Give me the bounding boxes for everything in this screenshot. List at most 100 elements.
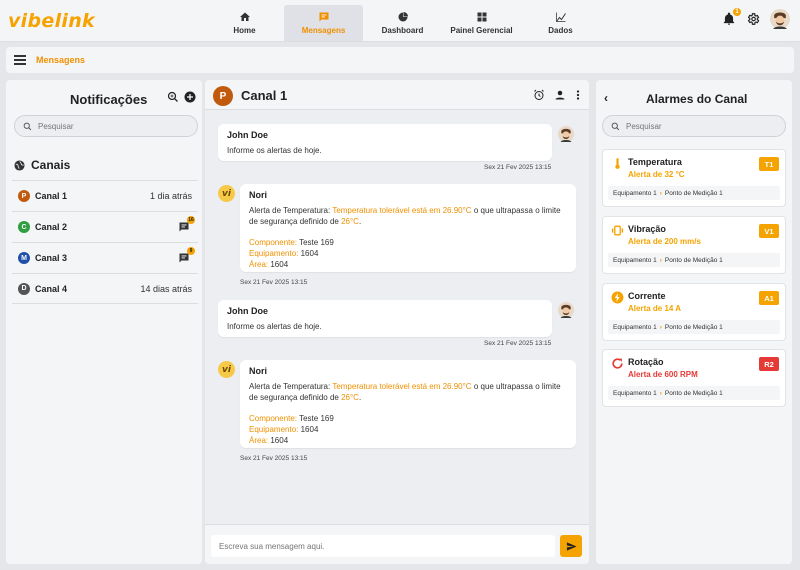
message-timestamp: Sex 21 Fev 2025 13:15	[240, 455, 308, 462]
message-timestamp: Sex 21 Fev 2025 13:15	[484, 164, 552, 171]
message-composer	[205, 524, 589, 564]
channel-last-activity: 1 dia atrás	[149, 191, 192, 201]
alarm-name: Vibração	[628, 224, 666, 234]
channel-name: Canal 3	[35, 253, 68, 263]
channel-list: P Canal 1 1 dia atrás C Canal 2 16 M Can…	[12, 180, 198, 304]
nav-mensagens[interactable]: Mensagens	[284, 5, 363, 41]
nav-dashboard[interactable]: Dashboard	[363, 5, 442, 41]
vibration-icon	[611, 225, 624, 236]
channel-avatar: D	[18, 282, 30, 295]
alarm-tag: V1	[759, 224, 779, 238]
lightning-icon	[611, 291, 624, 304]
alarm-card[interactable]: Temperatura Alerta de 32 °C T1 Equipamen…	[602, 149, 786, 207]
alert-equipment: Equipamento: 1604	[249, 425, 319, 434]
notifications-actions	[167, 91, 196, 103]
chat-header: P Canal 1	[205, 80, 589, 110]
chat-channel-title: Canal 1	[241, 88, 288, 103]
message-timestamp: Sex 21 Fev 2025 13:15	[240, 279, 308, 286]
message-author: Nori	[249, 366, 267, 376]
gear-icon[interactable]	[746, 12, 760, 26]
nori-avatar: vi	[218, 361, 235, 378]
alarm-name: Temperatura	[628, 157, 682, 167]
user-avatar[interactable]	[770, 9, 790, 29]
channel-name: Canal 2	[35, 222, 68, 232]
channel-name: Canal 1	[35, 191, 68, 201]
user-message: John Doe Informe os alertas de hoje.	[218, 300, 552, 337]
hamburger-menu-icon[interactable]	[14, 55, 26, 65]
add-channel-icon[interactable]	[184, 91, 196, 103]
message-author: Nori	[249, 190, 267, 200]
alarm-card[interactable]: Corrente Alerta de 14 A A1 Equipamento 1…	[602, 283, 786, 341]
alarm-card[interactable]: Vibração Alerta de 200 mm/s V1 Equipamen…	[602, 216, 786, 274]
chat-panel: P Canal 1 John Doe Informe os alertas de…	[205, 80, 589, 564]
alarms-search[interactable]	[602, 115, 786, 137]
more-vertical-icon[interactable]	[575, 89, 581, 101]
message-text: Informe os alertas de hoje.	[227, 322, 322, 331]
bot-alert-message: Nori Alerta de Temperatura: Temperatura …	[240, 360, 576, 448]
nav-painel-gerencial[interactable]: Painel Gerencial	[442, 5, 521, 41]
top-right-actions: 1	[722, 8, 790, 29]
person-icon[interactable]	[554, 89, 566, 101]
alarms-search-input[interactable]	[626, 121, 766, 131]
alarm-name: Corrente	[628, 291, 666, 301]
canais-section-title: Canais	[14, 158, 70, 172]
breadcrumb: Mensagens	[6, 47, 794, 73]
channel-avatar: C	[18, 221, 30, 233]
alarm-tag: R2	[759, 357, 779, 371]
globe-icon	[14, 159, 25, 171]
search-filter-icon[interactable]	[167, 91, 179, 103]
alert-area: Área: 1604	[249, 260, 289, 269]
channel-last-activity: 14 dias atrás	[140, 283, 192, 294]
alarms-panel: ‹ Alarmes do Canal Temperatura Alerta de…	[596, 80, 792, 564]
send-button[interactable]	[560, 535, 582, 557]
nav-home[interactable]: Home	[205, 5, 284, 41]
main-nav: Home Mensagens Dashboard Painel Gerencia…	[205, 5, 600, 41]
alarm-description: Alerta de 600 RPM	[628, 370, 698, 379]
notification-count-badge: 1	[733, 8, 741, 16]
channels-search[interactable]	[14, 115, 198, 137]
alarm-location: Equipamento 1 › Ponto de Medição 1	[608, 320, 780, 334]
unread-messages-indicator: 16	[178, 216, 195, 233]
search-icon	[23, 122, 32, 130]
john-doe-avatar	[558, 302, 574, 318]
chat-header-actions	[533, 89, 581, 101]
channel-item[interactable]: D Canal 4 14 dias atrás	[12, 273, 198, 304]
alarm-card[interactable]: Rotação Alerta de 600 RPM R2 Equipamento…	[602, 349, 786, 407]
alert-line-1: Alerta de Temperatura: Temperatura toler…	[249, 206, 561, 215]
pie-chart-icon	[398, 12, 408, 22]
alert-area: Área: 1604	[249, 436, 289, 445]
notifications-button[interactable]: 1	[722, 8, 741, 26]
alert-component: Componente: Teste 169	[249, 414, 334, 423]
nav-dados[interactable]: Dados	[521, 5, 600, 41]
alert-component: Componente: Teste 169	[249, 238, 334, 247]
channel-item[interactable]: P Canal 1 1 dia atrás	[12, 180, 198, 211]
channels-search-input[interactable]	[38, 121, 178, 131]
back-chevron-icon[interactable]: ‹	[604, 91, 608, 105]
message-input[interactable]	[211, 535, 555, 557]
home-icon	[239, 12, 250, 21]
alert-equipment: Equipamento: 1604	[249, 249, 319, 258]
alarm-clock-icon[interactable]	[533, 89, 545, 101]
john-doe-avatar	[558, 126, 574, 142]
alarm-location: Equipamento 1 › Ponto de Medição 1	[608, 253, 780, 267]
alarm-name: Rotação	[628, 357, 664, 367]
channel-avatar: P	[18, 190, 30, 202]
unread-count-badge: 9	[187, 247, 195, 255]
notifications-title: Notificações	[70, 92, 148, 107]
alarm-location: Equipamento 1 › Ponto de Medição 1	[608, 186, 780, 200]
breadcrumb-current: Mensagens	[36, 55, 86, 65]
thermometer-icon	[615, 158, 620, 169]
channel-name: Canal 4	[35, 283, 68, 294]
message-text: Informe os alertas de hoje.	[227, 146, 322, 155]
message-author: John Doe	[227, 130, 269, 140]
channel-item[interactable]: M Canal 3 9	[12, 242, 198, 273]
grid-icon	[477, 12, 486, 22]
alarm-description: Alerta de 14 A	[628, 304, 682, 313]
message-timestamp: Sex 21 Fev 2025 13:15	[484, 340, 552, 347]
unread-messages-indicator: 9	[178, 247, 195, 264]
channel-item[interactable]: C Canal 2 16	[12, 211, 198, 242]
bot-alert-message: Nori Alerta de Temperatura: Temperatura …	[240, 184, 576, 272]
vibelink-logo[interactable]: vibelink	[8, 10, 95, 32]
alarm-tag: T1	[759, 157, 779, 171]
alert-line-2: de segurança definido de 26°C.	[249, 217, 362, 226]
